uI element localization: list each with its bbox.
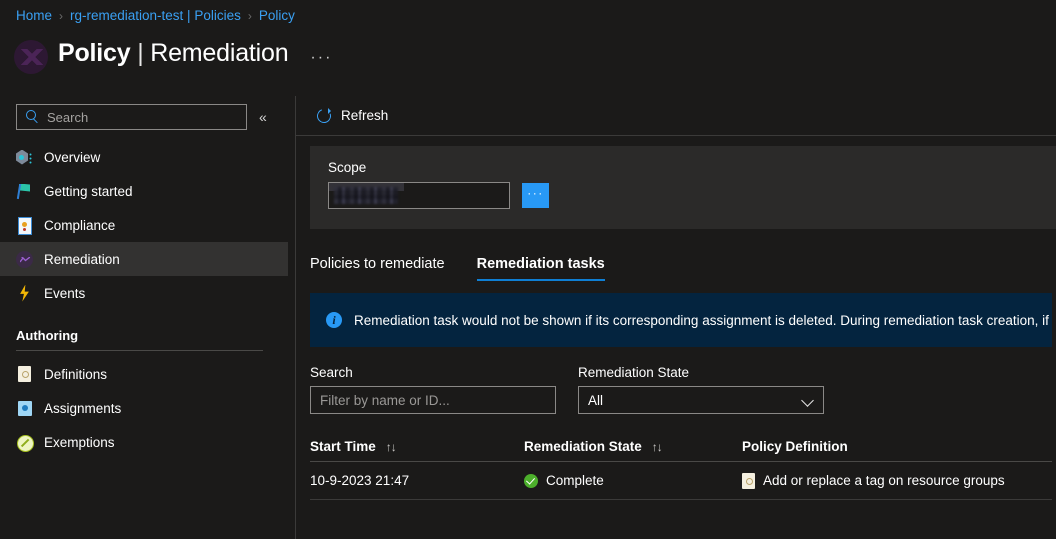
search-icon [24, 108, 42, 126]
cell-remediation-state: Complete [524, 473, 742, 488]
sidebar-item-compliance[interactable]: Compliance [0, 208, 288, 242]
cell-definition-label: Add or replace a tag on resource groups [763, 473, 1005, 488]
exemption-icon [16, 434, 34, 452]
sidebar-item-label: Getting started [44, 183, 133, 199]
overview-icon [16, 149, 33, 166]
remediation-state-dropdown[interactable]: All [578, 386, 824, 414]
scope-browse-button[interactable]: ··· [522, 183, 549, 208]
scope-card: Scope ··· [310, 146, 1056, 229]
breadcrumb: Home › rg-remediation-test | Policies › … [16, 7, 295, 25]
sidebar-nav-list-authoring: Definitions Assignments Exemptions [0, 357, 288, 459]
collapse-sidebar-icon[interactable]: « [259, 110, 267, 124]
sidebar-item-definitions[interactable]: Definitions [0, 357, 288, 391]
sidebar-item-label: Overview [44, 149, 101, 165]
chevron-down-icon [803, 395, 814, 406]
tab-policies-to-remediate[interactable]: Policies to remediate [310, 256, 445, 281]
info-banner-text: Remediation task would not be shown if i… [354, 312, 1052, 328]
blade-sidebar: « Overview Getting started Compliance [0, 96, 288, 539]
policy-resource-icon [14, 40, 48, 74]
more-options-icon[interactable]: ··· [310, 49, 332, 67]
redacted-scope-value [334, 187, 398, 204]
refresh-icon [316, 107, 332, 124]
sidebar-item-label: Definitions [44, 366, 108, 382]
sidebar-item-exemptions[interactable]: Exemptions [0, 425, 288, 459]
sidebar-item-label: Exemptions [44, 434, 115, 450]
column-header-policy-definition[interactable]: Policy Definition [742, 439, 1052, 454]
filter-search-group: Search [310, 365, 556, 414]
refresh-button[interactable]: Refresh [310, 105, 394, 127]
table-row[interactable]: 10-9-2023 21:47 Complete Add or replace … [310, 462, 1052, 500]
column-header-label: Remediation State [524, 439, 642, 454]
sidebar-item-getting-started[interactable]: Getting started [0, 174, 288, 208]
cell-policy-definition: Add or replace a tag on resource groups [742, 472, 1052, 489]
tab-list: Policies to remediate Remediation tasks [310, 247, 1056, 281]
page-title-sub: Remediation [150, 39, 289, 67]
sidebar-item-events[interactable]: Events [0, 276, 288, 310]
definition-doc-icon [742, 472, 755, 489]
tab-remediation-tasks[interactable]: Remediation tasks [476, 256, 605, 281]
remediation-tasks-table: Start Time ↑↓ Remediation State ↑↓ Polic… [310, 432, 1052, 500]
azure-portal-blade: Home › rg-remediation-test | Policies › … [0, 0, 1056, 539]
column-header-label: Start Time [310, 439, 376, 454]
sidebar-item-label: Assignments [44, 400, 122, 416]
sidebar-item-label: Compliance [44, 217, 116, 233]
scope-row: ··· [328, 182, 1056, 209]
definition-doc-icon [16, 365, 33, 383]
sidebar-item-overview[interactable]: Overview [0, 140, 288, 174]
info-icon: i [326, 312, 342, 328]
search-filter-label: Search [310, 365, 353, 380]
success-check-icon [524, 473, 538, 488]
breadcrumb-separator-icon: › [59, 9, 64, 23]
sidebar-section-divider [16, 350, 263, 351]
sidebar-item-label: Remediation [44, 251, 120, 267]
page-title-separator: | [137, 39, 144, 67]
compliance-doc-icon [16, 216, 33, 235]
filter-bar: Search Remediation State All [310, 365, 1056, 414]
sort-toggle-icon[interactable]: ↑↓ [386, 440, 397, 454]
sidebar-nav-list: Overview Getting started Compliance Reme… [0, 140, 288, 310]
cell-start-time: 10-9-2023 21:47 [310, 473, 410, 488]
info-banner: i Remediation task would not be shown if… [310, 293, 1052, 347]
sidebar-item-assignments[interactable]: Assignments [0, 391, 288, 425]
breadcrumb-item-policy[interactable]: Policy [259, 7, 295, 25]
page-title-row: Policy | Remediation ··· [14, 33, 332, 74]
table-header-row: Start Time ↑↓ Remediation State ↑↓ Polic… [310, 432, 1052, 462]
sidebar-section-authoring: Authoring [0, 328, 288, 351]
trend-line-glyph [19, 256, 30, 262]
sidebar-search-row: « [0, 96, 288, 130]
scope-input[interactable] [328, 182, 510, 209]
search-input[interactable] [42, 108, 246, 126]
flag-icon [16, 183, 33, 200]
cell-state-label: Complete [546, 473, 604, 488]
column-header-remediation-state[interactable]: Remediation State ↑↓ [524, 439, 742, 454]
page-title: Policy | Remediation [58, 39, 289, 68]
blade-content: Refresh Scope ··· Policies to remediate … [295, 96, 1056, 539]
column-header-label: Policy Definition [742, 439, 848, 454]
scope-label: Scope [328, 160, 367, 175]
page-title-main: Policy [58, 39, 131, 67]
refresh-button-label: Refresh [341, 108, 389, 123]
breadcrumb-item-home[interactable]: Home [16, 7, 52, 25]
assignment-icon [16, 400, 33, 417]
search-filter-input[interactable] [310, 386, 556, 414]
remediation-state-selected-value: All [588, 392, 604, 408]
lightning-bolt-icon [16, 285, 33, 302]
command-bar: Refresh [296, 96, 1056, 136]
sidebar-search-box[interactable] [16, 104, 247, 130]
sidebar-section-title: Authoring [16, 328, 79, 343]
sort-toggle-icon[interactable]: ↑↓ [652, 440, 663, 454]
column-header-start-time[interactable]: Start Time ↑↓ [310, 439, 524, 454]
sidebar-item-label: Events [44, 285, 86, 301]
filter-state-group: Remediation State All [578, 365, 824, 414]
breadcrumb-item-resource-group[interactable]: rg-remediation-test | Policies [70, 7, 241, 25]
breadcrumb-separator-icon: › [247, 9, 252, 23]
remediation-state-filter-label: Remediation State [578, 365, 690, 380]
remediation-icon [16, 250, 33, 268]
sidebar-item-remediation[interactable]: Remediation [0, 242, 288, 276]
